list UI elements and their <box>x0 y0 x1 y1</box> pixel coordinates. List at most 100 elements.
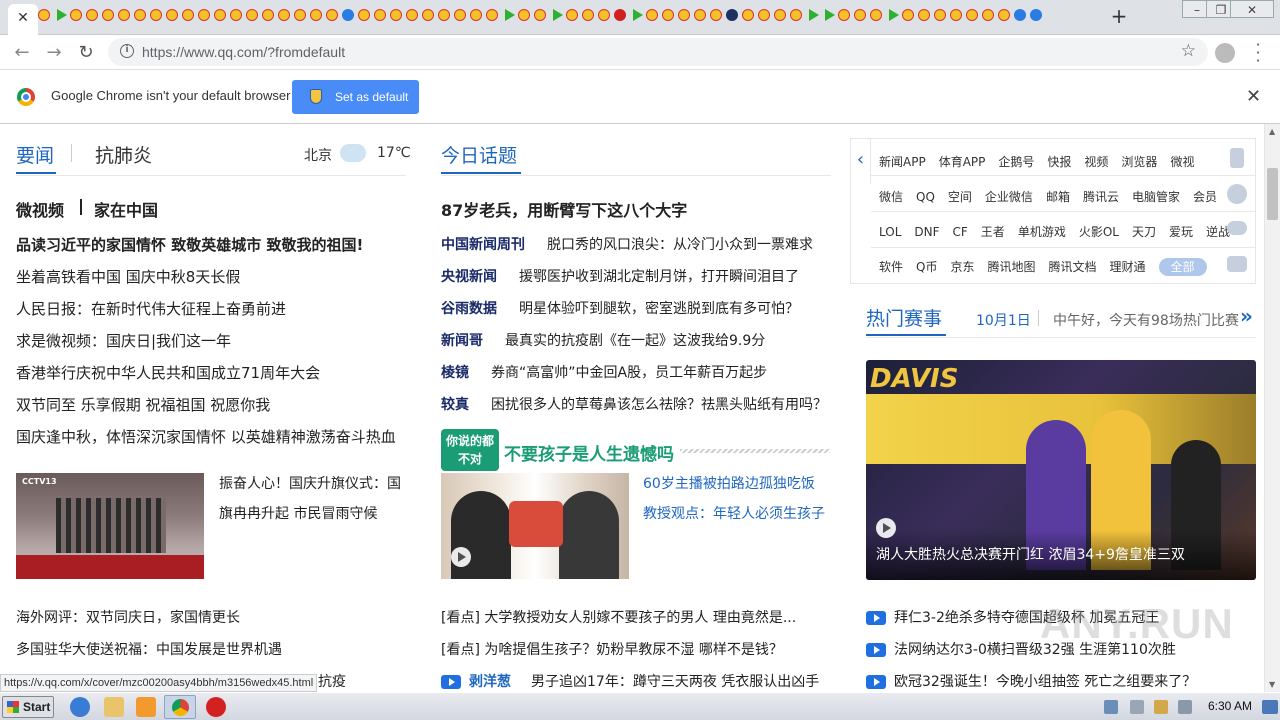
basketball-photo[interactable]: DAVIS 湖人大胜热火总决赛开门红 浓眉34+9詹皇准三双 <box>866 360 1256 580</box>
news-link[interactable]: 国庆逢中秋，体悟深沉家国情怀 以英雄精神激荡奋斗热血 <box>16 426 396 447</box>
close-window-button[interactable]: ✕ <box>1230 0 1274 18</box>
sports-tagline[interactable]: 中午好，今天有98场热门比赛 <box>1053 310 1239 330</box>
play-icon[interactable] <box>451 547 471 567</box>
feature-caption-line2[interactable]: 旗冉冉升起 市民冒雨守候 <box>219 503 377 523</box>
tab-favicon-icon[interactable] <box>996 7 1012 23</box>
tab-favicon-icon[interactable] <box>836 7 852 23</box>
tab-favicon-icon[interactable] <box>852 7 868 23</box>
topic-item[interactable]: 较真 困扰很多人的草莓鼻该怎么祛除？祛黑头贴纸有用吗？ <box>441 394 827 414</box>
stop-icon[interactable] <box>206 697 226 717</box>
nav-link[interactable]: DNF <box>914 225 939 239</box>
bookmark-star-icon[interactable]: ☆ <box>1181 41 1196 61</box>
tab-favicon-icon[interactable] <box>612 7 628 23</box>
show-desktop-icon[interactable] <box>1262 700 1278 714</box>
tab-favicon-icon[interactable] <box>452 7 468 23</box>
feature-caption-line1[interactable]: 振奋人心！国庆升旗仪式：国 <box>219 473 401 493</box>
kandian-link[interactable]: [看点] 为啥提倡生孩子？奶粉早教尿不湿 哪样不是钱？ <box>441 639 783 659</box>
nav-link[interactable]: 微信 <box>879 190 903 204</box>
news-link[interactable]: 求是微视频：国庆日|我们这一年 <box>16 330 231 351</box>
nav-link[interactable]: 邮箱 <box>1046 190 1070 204</box>
tab-favicon-icon[interactable] <box>868 7 884 23</box>
tab-favicon-icon[interactable] <box>580 7 596 23</box>
news-link[interactable]: 人民日报：在新时代伟大征程上奋勇前进 <box>16 298 286 319</box>
forward-button[interactable]: → <box>42 41 66 65</box>
nav-link[interactable]: LOL <box>879 225 901 239</box>
new-tab-button[interactable]: + <box>1108 5 1130 27</box>
tab-favicon-icon[interactable] <box>436 7 452 23</box>
tab-favicon-icon[interactable] <box>916 7 932 23</box>
sports-date[interactable]: 10月1日 <box>976 310 1031 330</box>
media-player-icon[interactable] <box>136 697 156 717</box>
kandian-link[interactable]: [看点] 大学教授劝女人别嫁不要孩子的男人 理由竟然是... <box>441 607 796 627</box>
tab-favicon-icon[interactable] <box>36 7 52 23</box>
middle-headline[interactable]: 87岁老兵，用断臂写下这八个大字 <box>441 197 687 221</box>
tab-favicon-icon[interactable] <box>516 7 532 23</box>
network-icon[interactable] <box>1154 700 1168 714</box>
nav-link[interactable]: CF <box>953 225 968 239</box>
news-link[interactable]: 多国驻华大使送祝福：中国发展是世界机遇 <box>16 639 282 659</box>
tab-favicon-icon[interactable] <box>484 7 500 23</box>
site-info-icon[interactable]: i <box>120 44 134 58</box>
nav-link[interactable]: 浏览器 <box>1121 155 1157 169</box>
nav-link[interactable]: 视频 <box>1084 155 1108 169</box>
tab-favicon-icon[interactable] <box>212 7 228 23</box>
tab-favicon-icon[interactable] <box>804 7 820 23</box>
topic-item[interactable]: 谷雨数据 明星体验吓到腿软，密室逃脱到底有多可怕？ <box>441 298 799 318</box>
volume-icon[interactable] <box>1130 700 1144 714</box>
url-text[interactable]: https://www.qq.com/?fromdefault <box>142 44 345 60</box>
nav-link[interactable]: 火影OL <box>1079 225 1119 239</box>
tab-favicon-icon[interactable] <box>596 7 612 23</box>
tab-favicon-icon[interactable] <box>932 7 948 23</box>
photo-caption[interactable]: 湖人大胜热火总决赛开门红 浓眉34+9詹皇准三双 <box>876 544 1185 564</box>
tab-favicon-icon[interactable] <box>388 7 404 23</box>
nav-link[interactable]: 电脑管家 <box>1132 190 1180 204</box>
nav-link[interactable]: 天刀 <box>1132 225 1156 239</box>
tab-favicon-icon[interactable] <box>164 7 180 23</box>
tab-favicon-icon[interactable] <box>68 7 84 23</box>
tab-favicon-icon[interactable] <box>196 7 212 23</box>
tab-favicon-icon[interactable] <box>900 7 916 23</box>
feature-link[interactable]: 60岁主播被拍路边孤独吃饭 <box>643 473 815 493</box>
news-link[interactable]: 坐着高铁看中国 国庆中秋8天长假 <box>16 266 240 287</box>
tab-favicon-icon[interactable] <box>884 7 900 23</box>
phone-icon[interactable] <box>1230 148 1244 168</box>
cup-icon[interactable] <box>1227 256 1247 272</box>
tab-favicon-icon[interactable] <box>420 7 436 23</box>
talk-show-image[interactable] <box>441 473 629 579</box>
tab-favicon-icon[interactable] <box>100 7 116 23</box>
scroll-thumb[interactable] <box>1267 168 1278 220</box>
topic-item[interactable]: 新闻哥 最真实的抗疫剧《在一起》这波我给9.9分 <box>441 330 765 350</box>
tab-favicon-icon[interactable] <box>1012 7 1028 23</box>
tab-favicon-icon[interactable] <box>564 7 580 23</box>
tab-favicon-icon[interactable] <box>116 7 132 23</box>
tab-favicon-icon[interactable] <box>548 7 564 23</box>
onion-news[interactable]: 剥洋葱 男子追凶17年：蹲守三天两夜 凭衣服认出凶手 <box>441 671 819 691</box>
tab-favicon-icon[interactable] <box>676 7 692 23</box>
tab-today-topic[interactable]: 今日话题 <box>441 141 517 171</box>
top-title-b[interactable]: 家在中国 <box>94 197 158 221</box>
tab-favicon-icon[interactable] <box>356 7 372 23</box>
nav-link[interactable]: 腾讯文档 <box>1049 260 1097 274</box>
tab-favicon-icon[interactable] <box>820 7 836 23</box>
nav-link[interactable]: 企业微信 <box>985 190 1033 204</box>
weather-city[interactable]: 北京 <box>304 145 332 165</box>
tab-favicon-icon[interactable] <box>692 7 708 23</box>
vertical-scrollbar[interactable]: ▲ ▼ <box>1264 124 1280 692</box>
reload-button[interactable]: ↻ <box>74 41 98 65</box>
infobar-close-icon[interactable]: ✕ <box>1246 86 1261 107</box>
tab-favicon-icon[interactable] <box>180 7 196 23</box>
tab-favicon-icon[interactable] <box>724 7 740 23</box>
all-services-button[interactable]: 全部 <box>1158 258 1207 276</box>
address-bar[interactable]: i https://www.qq.com/?fromdefault ☆ <box>108 38 1208 66</box>
tab-favicon-icon[interactable] <box>276 7 292 23</box>
tab-favicon-icon[interactable] <box>260 7 276 23</box>
tab-favicon-icon[interactable] <box>788 7 804 23</box>
nav-link[interactable]: 腾讯云 <box>1083 190 1119 204</box>
topic-item[interactable]: 中国新闻周刊 脱口秀的风口浪尖：从冷门小众到一票难求 <box>441 234 813 254</box>
tab-favicon-icon[interactable] <box>84 7 100 23</box>
play-icon[interactable] <box>876 518 896 538</box>
tab-favicon-icon[interactable] <box>740 7 756 23</box>
nav-link[interactable]: 会员 <box>1193 190 1217 204</box>
scroll-up-icon[interactable]: ▲ <box>1269 127 1275 136</box>
tab-favicon-icon[interactable] <box>324 7 340 23</box>
